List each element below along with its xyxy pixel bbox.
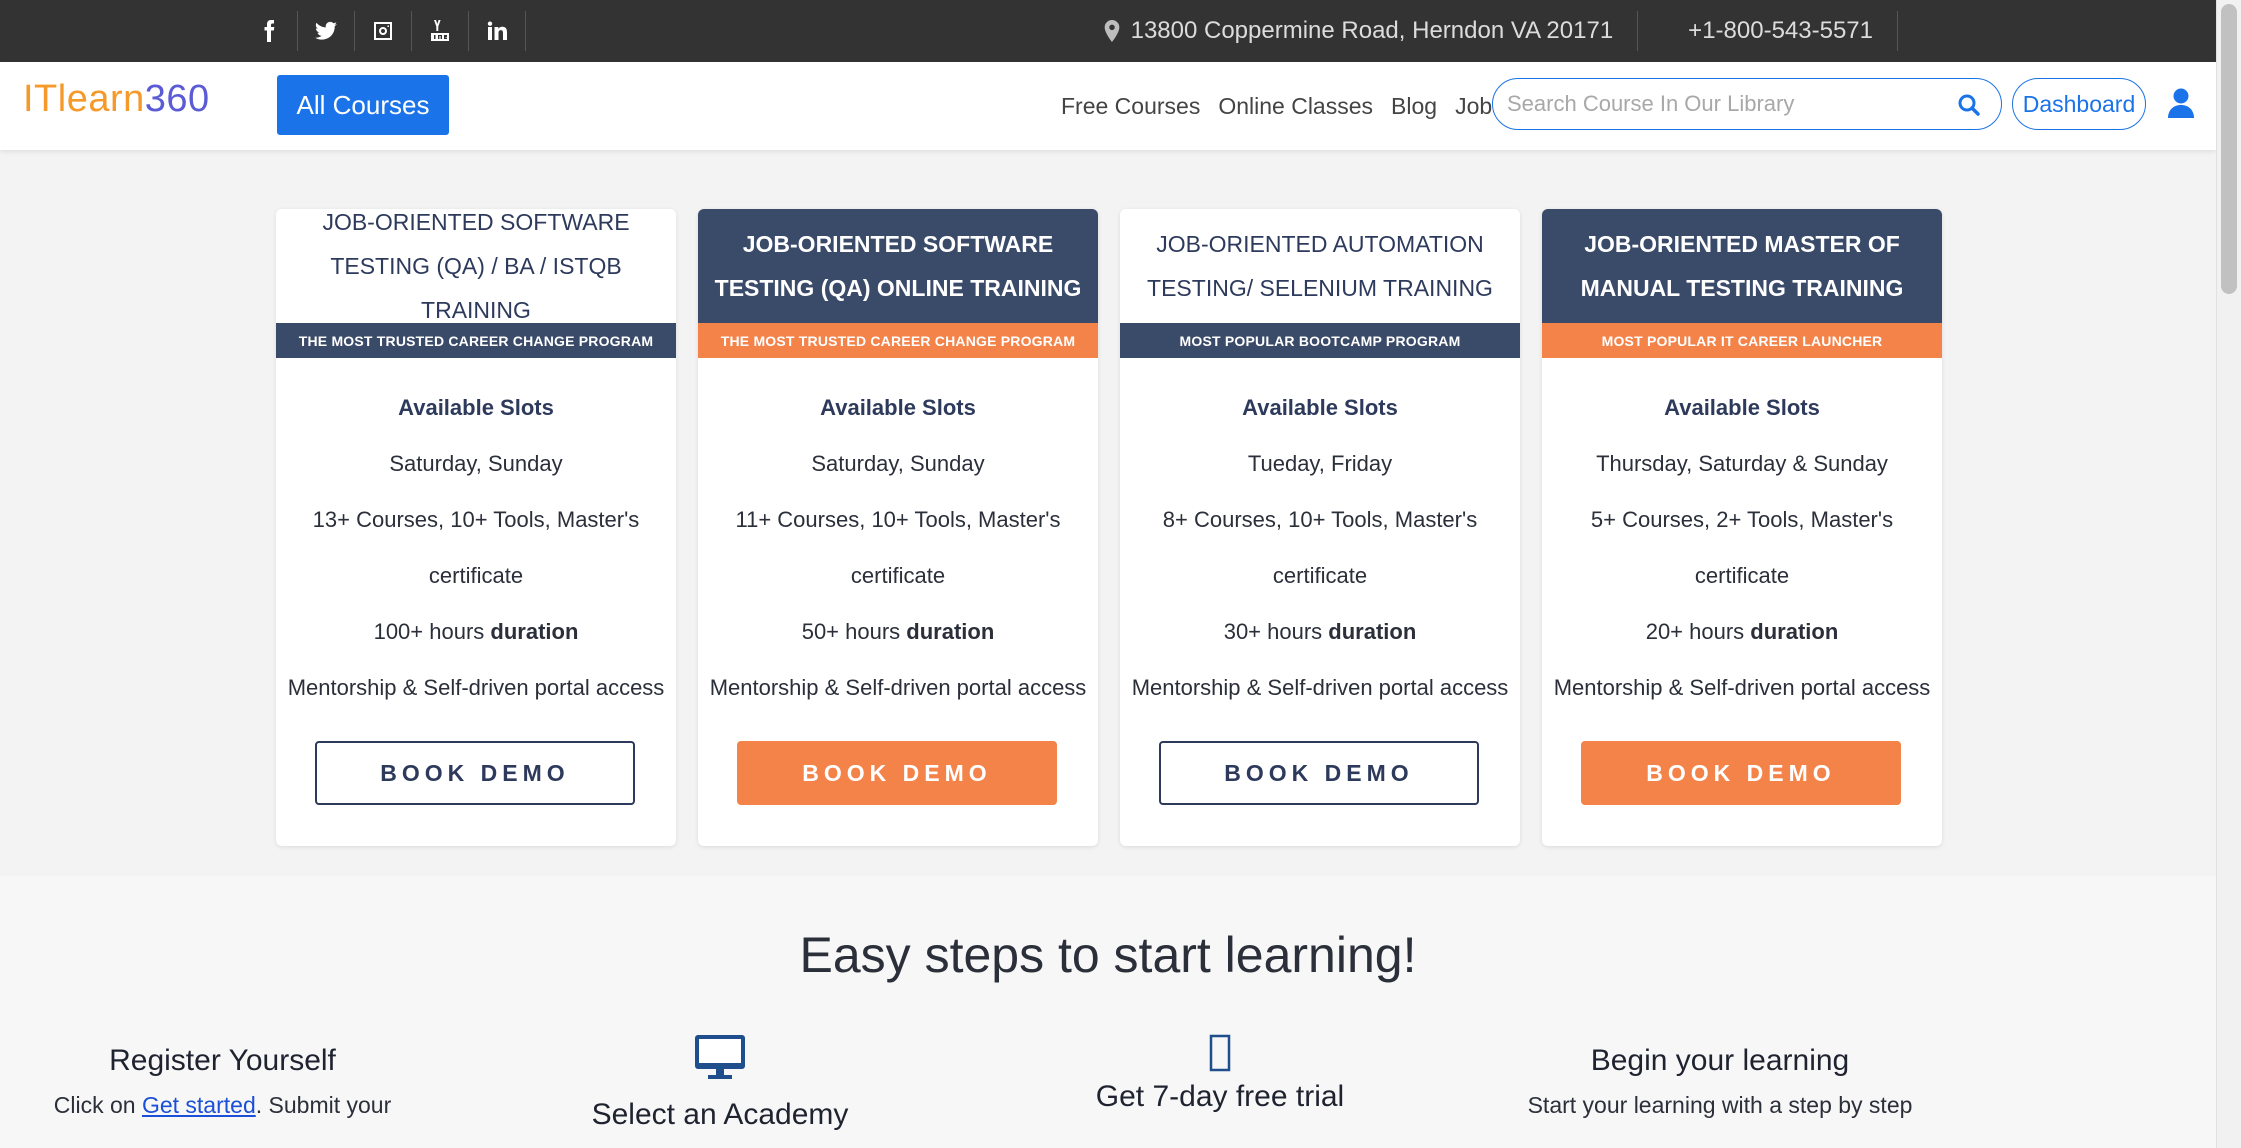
instagram-icon[interactable] — [355, 11, 412, 51]
card-title: JOB-ORIENTED AUTOMATION TESTING/ SELENIU… — [1120, 209, 1520, 323]
hours-line: 50+ hours duration — [698, 604, 1098, 660]
hours-value: 20+ hours — [1645, 619, 1745, 644]
slot-days: Saturday, Sunday — [389, 451, 563, 476]
main-navbar: ITlearn360 All Courses Free Courses Onli… — [0, 62, 2216, 150]
courses-line-cont: certificate — [428, 563, 524, 588]
twitter-icon[interactable] — [298, 11, 355, 51]
card-body: Available Slots Saturday, Sunday 11+ Cou… — [698, 358, 1098, 716]
step-register: Register Yourself Click on Get started. … — [0, 1044, 445, 1119]
course-card: JOB-ORIENTED AUTOMATION TESTING/ SELENIU… — [1120, 209, 1520, 846]
mentorship-line: Mentorship & Self-driven portal access — [1131, 675, 1509, 700]
trial-icon — [1209, 1034, 1231, 1072]
card-tag: THE MOST TRUSTED CAREER CHANGE PROGRAM — [698, 323, 1098, 358]
nav-link-online-classes[interactable]: Online Classes — [1218, 93, 1373, 120]
address-text: 13800 Coppermine Road, Herndon VA 20171 — [1130, 17, 1614, 44]
duration-label: duration — [906, 619, 995, 644]
courses-line: 11+ Courses, 10+ Tools, Master's — [735, 507, 1061, 532]
hours-line: 100+ hours duration — [276, 604, 676, 660]
steps-title: Easy steps to start learning! — [799, 927, 1417, 983]
book-demo-button[interactable]: BOOK DEMO — [1159, 741, 1479, 805]
card-title: JOB-ORIENTED SOFTWARE TESTING (QA) ONLIN… — [698, 209, 1098, 323]
facebook-icon[interactable] — [241, 11, 298, 51]
page-scrollbar[interactable] — [2216, 0, 2241, 1148]
card-tag: MOST POPULAR BOOTCAMP PROGRAM — [1120, 323, 1520, 358]
card-body: Available Slots Saturday, Sunday 13+ Cou… — [276, 358, 676, 716]
map-marker-icon — [1104, 20, 1119, 42]
user-icon[interactable] — [2167, 88, 2195, 118]
monitor-icon — [695, 1035, 745, 1079]
card-body: Available Slots Thursday, Saturday & Sun… — [1542, 358, 1942, 716]
course-card: JOB-ORIENTED SOFTWARE TESTING (QA) ONLIN… — [698, 209, 1098, 846]
slot-days: Saturday, Sunday — [811, 451, 985, 476]
top-bar: 13800 Coppermine Road, Herndon VA 20171 … — [0, 0, 2216, 62]
search-icon[interactable] — [1957, 93, 1981, 117]
hours-value: 50+ hours — [801, 619, 901, 644]
youtube-icon[interactable] — [412, 11, 469, 51]
linkedin-icon[interactable] — [469, 11, 526, 51]
book-demo-button[interactable]: BOOK DEMO — [1581, 741, 1901, 805]
book-demo-button[interactable]: BOOK DEMO — [315, 741, 635, 805]
logo-text-secondary: 360 — [144, 78, 210, 120]
courses-line-cont: certificate — [850, 563, 946, 588]
step-select-academy: Select an Academy — [520, 1034, 920, 1132]
step-text: Click on Get started. Submit your — [0, 1092, 445, 1119]
social-links — [241, 0, 526, 62]
step-title: Get 7-day free trial — [1095, 1080, 1345, 1113]
mentorship-line: Mentorship & Self-driven portal access — [287, 675, 665, 700]
card-body: Available Slots Tueday, Friday 8+ Course… — [1120, 358, 1520, 716]
logo-text-primary: ITlearn — [23, 78, 145, 120]
hours-line: 20+ hours duration — [1542, 604, 1942, 660]
card-tag: MOST POPULAR IT CAREER LAUNCHER — [1542, 323, 1942, 358]
address: 13800 Coppermine Road, Herndon VA 20171 — [1103, 11, 1639, 51]
mentorship-line: Mentorship & Self-driven portal access — [1553, 675, 1931, 700]
phone-number[interactable]: +1-800-543-5571 — [1638, 11, 1898, 51]
step-title: Select an Academy — [591, 1098, 849, 1131]
nav-links: Free Courses Online Classes Blog Jobs — [1061, 62, 1504, 150]
step-begin-learning: Begin your learning Start your learning … — [1480, 1044, 1960, 1119]
search-box — [1492, 78, 2002, 130]
slot-days: Thursday, Saturday & Sunday — [1596, 451, 1888, 476]
get-started-link[interactable]: Get started — [142, 1092, 256, 1118]
courses-line-cont: certificate — [1694, 563, 1790, 588]
contact-info: 13800 Coppermine Road, Herndon VA 20171 … — [1103, 0, 1898, 62]
courses-line-cont: certificate — [1272, 563, 1368, 588]
book-demo-button[interactable]: BOOK DEMO — [737, 741, 1057, 805]
hours-value: 100+ hours — [373, 619, 485, 644]
slots-label: Available Slots — [1242, 395, 1398, 420]
card-title: JOB-ORIENTED MASTER OF MANUAL TESTING TR… — [1542, 209, 1942, 323]
courses-line: 5+ Courses, 2+ Tools, Master's — [1590, 507, 1894, 532]
nav-link-blog[interactable]: Blog — [1391, 93, 1437, 120]
steps-section: Easy steps to start learning! Register Y… — [0, 876, 2216, 1148]
course-card: JOB-ORIENTED MASTER OF MANUAL TESTING TR… — [1542, 209, 1942, 846]
step-title: Begin your learning — [1590, 1044, 1850, 1077]
slot-days: Tueday, Friday — [1247, 451, 1393, 476]
step-text-pre: Click on — [53, 1092, 142, 1118]
step-text: Start your learning with a step by step — [1527, 1092, 1913, 1118]
mentorship-line: Mentorship & Self-driven portal access — [709, 675, 1087, 700]
courses-line: 8+ Courses, 10+ Tools, Master's — [1162, 507, 1478, 532]
nav-link-free-courses[interactable]: Free Courses — [1061, 93, 1200, 120]
dashboard-button[interactable]: Dashboard — [2012, 78, 2146, 130]
course-cards: JOB-ORIENTED SOFTWARE TESTING (QA) / BA … — [276, 209, 1942, 846]
card-title: JOB-ORIENTED SOFTWARE TESTING (QA) / BA … — [276, 209, 676, 323]
duration-label: duration — [1750, 619, 1839, 644]
hours-value: 30+ hours — [1223, 619, 1323, 644]
duration-label: duration — [1328, 619, 1417, 644]
slots-label: Available Slots — [398, 395, 554, 420]
slots-label: Available Slots — [1664, 395, 1820, 420]
step-title: Register Yourself — [109, 1044, 336, 1077]
search-input[interactable] — [1507, 87, 1937, 121]
hours-line: 30+ hours duration — [1120, 604, 1520, 660]
all-courses-button[interactable]: All Courses — [277, 75, 449, 135]
slots-label: Available Slots — [820, 395, 976, 420]
course-card: JOB-ORIENTED SOFTWARE TESTING (QA) / BA … — [276, 209, 676, 846]
site-logo[interactable]: ITlearn360 — [23, 78, 210, 121]
step-free-trial: Get 7-day free trial — [1020, 1034, 1420, 1114]
step-text-post: . Submit your — [255, 1092, 392, 1118]
courses-line: 13+ Courses, 10+ Tools, Master's — [312, 507, 640, 532]
duration-label: duration — [490, 619, 579, 644]
scrollbar-thumb[interactable] — [2221, 4, 2237, 294]
